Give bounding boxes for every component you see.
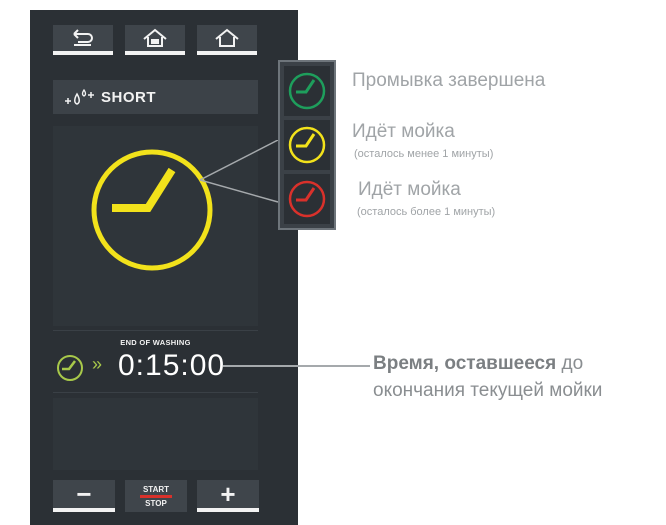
- wash-mode-label: SHORT: [101, 88, 156, 106]
- stop-label: STOP: [145, 498, 167, 508]
- legend-yellow-title: Идёт мойка: [352, 121, 455, 142]
- legend-yellow-cell: [284, 120, 330, 170]
- end-of-washing-label: END OF WASHING: [120, 338, 191, 347]
- legend-green-cell: [284, 66, 330, 116]
- legend-red-cell: [284, 174, 330, 224]
- callout-line2: окончания текущей мойки: [373, 380, 603, 401]
- legend-yellow-note: (осталось менее 1 минуты): [354, 148, 494, 160]
- plus-icon: +: [220, 478, 236, 509]
- remaining-time: 0:15:00: [118, 349, 226, 382]
- callout-connector: [200, 140, 279, 203]
- home-my-icon: [142, 28, 168, 48]
- clock-yellow-icon: [288, 126, 326, 164]
- empty-area: [53, 398, 258, 470]
- callout-line: [223, 365, 370, 367]
- divider: [53, 392, 258, 393]
- start-stop-separator: [140, 494, 172, 498]
- plus-button[interactable]: +: [197, 478, 259, 512]
- minus-button[interactable]: −: [53, 478, 115, 512]
- back-arrow-icon: [71, 29, 95, 47]
- clock-green-icon: [288, 72, 326, 110]
- water-drops-icon: [63, 86, 95, 108]
- start-label: START: [142, 484, 170, 494]
- divider: [53, 330, 258, 331]
- legend-red-title: Идёт мойка: [358, 179, 461, 200]
- back-button[interactable]: [53, 25, 113, 55]
- chevron-icon: »: [92, 354, 103, 374]
- minus-icon: −: [76, 478, 92, 509]
- status-clock-icon: [91, 149, 213, 271]
- wash-mode-bar[interactable]: SHORT: [53, 80, 258, 114]
- home-icon: [214, 28, 240, 48]
- start-stop-button[interactable]: START STOP: [125, 480, 187, 512]
- clock-red-icon: [288, 180, 326, 218]
- status-legend: [278, 60, 336, 230]
- remaining-time-callout: Время, оставшееся до окончания текущей м…: [373, 350, 602, 404]
- home-my-button[interactable]: [125, 25, 185, 55]
- home-button[interactable]: [197, 25, 257, 55]
- small-clock-icon: [57, 355, 83, 381]
- callout-rest: до: [556, 353, 584, 374]
- legend-green-title: Промывка завершена: [352, 70, 546, 91]
- legend-red-note: (осталось более 1 минуты): [357, 206, 496, 218]
- callout-bold: Время, оставшееся: [373, 353, 557, 374]
